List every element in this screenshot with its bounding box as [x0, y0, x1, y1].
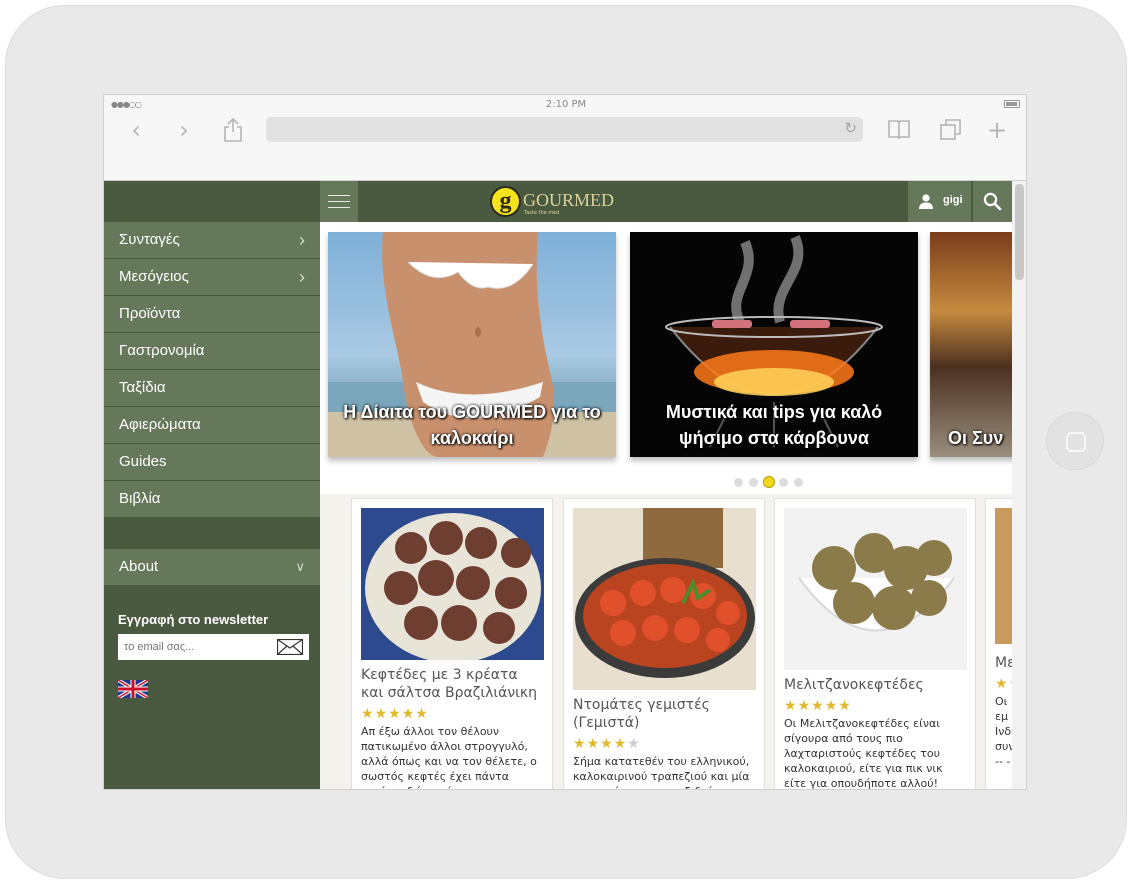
logo-tagline: Taste the med [524, 210, 560, 216]
recipe-title[interactable]: Με [995, 654, 1012, 672]
scroll-thumb[interactable] [1015, 184, 1024, 280]
star-filled-icon: ★ [573, 736, 587, 752]
tablet-screen: ●●●○○ 2:10 PM ‹ › ↻ + Συνταγές › Μεσόγειο… [103, 94, 1027, 790]
reload-icon[interactable]: ↻ [844, 119, 857, 137]
sidebar-item-gastronomy[interactable]: Γαστρονομία [104, 333, 320, 369]
recipe-summary: Σήμα κατατεθέν του ελληνικού, καλοκαιριν… [573, 755, 750, 789]
status-clock: 2:10 PM [545, 99, 587, 110]
star-filled-icon: ★ [374, 706, 389, 722]
sidebar-item-recipes[interactable]: Συνταγές › [104, 222, 320, 258]
recipe-card[interactable]: Κεφτέδες με 3 κρέατα και σάλτσα Βραζιλιά… [351, 498, 553, 789]
search-button[interactable] [973, 181, 1012, 222]
star-filled-icon: ★ [401, 706, 416, 722]
slide-title: Η Δίαιτα του GOURMED για το καλοκαίρι [343, 402, 601, 448]
star-rating: ★★★★★ [573, 736, 755, 752]
browser-toolbar: ‹ › ↻ + [104, 113, 1026, 181]
slide-title: Οι Συν [948, 428, 1004, 448]
sidebar-item-mediterranean[interactable]: Μεσόγειος › [104, 259, 320, 295]
mail-icon[interactable] [277, 639, 303, 655]
star-empty-icon: ★ [627, 736, 641, 752]
user-name: gigi [943, 194, 963, 206]
recipe-image [784, 508, 967, 670]
star-filled-icon: ★ [388, 706, 402, 722]
sidebar-item-features[interactable]: Αφιερώματα [104, 407, 320, 443]
recipe-image [361, 508, 544, 660]
sidebar-item-travel[interactable]: Ταξίδια [104, 370, 320, 406]
sidebar-item-books[interactable]: Βιβλία [104, 481, 320, 517]
star-filled-icon: ★ [415, 706, 429, 722]
star-filled-icon: ★ [600, 736, 614, 752]
recipe-grid: Κεφτέδες με 3 κρέατα και σάλτσα Βραζιλιά… [320, 494, 1012, 790]
forward-icon[interactable]: › [167, 113, 201, 147]
recipe-card[interactable]: Με ★★★★★ Οι εμ Ινδ συν -- - [985, 498, 1012, 789]
scrollbar[interactable] [1012, 181, 1026, 789]
slider-dot[interactable] [779, 478, 788, 487]
recipe-image [995, 508, 1012, 644]
star-filled-icon: ★ [811, 698, 825, 714]
slide-grilling-tips[interactable]: Μυστικά και tips για καλό ψήσιμο στα κάρ… [630, 232, 918, 457]
recipe-summary: Οι Μελιτζανοκεφτέδες είναι σίγουρα από τ… [784, 717, 943, 790]
slide-summer-diet[interactable]: Η Δίαιτα του GOURMED για το καλοκαίρι [328, 232, 616, 457]
search-icon [983, 192, 1002, 211]
star-filled-icon: ★ [995, 676, 1009, 692]
recipe-title[interactable]: Μελιτζανοκεφτέδες [784, 676, 966, 694]
recipe-card[interactable]: Ντομάτες γεμιστές (Γεμιστά) ★★★★★ Σήμα κ… [563, 498, 765, 789]
star-filled-icon: ★ [797, 698, 812, 714]
site-header: g GOURMED Taste the med gigi [320, 181, 1026, 222]
chevron-right-icon: › [299, 267, 305, 287]
uk-flag-icon[interactable] [117, 678, 149, 700]
star-filled-icon: ★ [784, 698, 798, 714]
logo-wordmark: GOURMED [523, 190, 615, 210]
bookmarks-icon[interactable] [882, 113, 916, 147]
star-filled-icon: ★ [361, 706, 375, 722]
star-rating: ★★★★★ [784, 698, 966, 714]
recipe-card[interactable]: Μελιτζανοκεφτέδες ★★★★★ Οι Μελιτζανοκεφτ… [774, 498, 976, 790]
star-filled-icon: ★ [824, 698, 839, 714]
sidebar-item-about[interactable]: About ∨ [104, 549, 320, 585]
star-rating: ★★★★★ [995, 676, 1012, 692]
star-rating: ★★★★★ [361, 706, 543, 722]
recipe-image [573, 508, 756, 690]
url-bar[interactable]: ↻ [266, 117, 863, 142]
slider-dot[interactable] [734, 478, 743, 487]
newsletter-title: Εγγραφή στο newsletter [118, 612, 269, 627]
star-filled-icon: ★ [613, 736, 628, 752]
logo-mark: g [490, 186, 521, 217]
recipe-summary: Οι εμ Ινδ συν -- - [995, 695, 1012, 768]
recipe-title[interactable]: Ντομάτες γεμιστές (Γεμιστά) [573, 696, 755, 732]
slider-dot[interactable] [763, 476, 775, 488]
slide-title: Μυστικά και tips για καλό ψήσιμο στα κάρ… [665, 402, 883, 448]
status-bar: ●●●○○ 2:10 PM [104, 95, 1026, 113]
new-tab-icon[interactable]: + [980, 113, 1014, 147]
hamburger-menu-button[interactable] [320, 181, 358, 222]
home-button[interactable] [1046, 412, 1104, 470]
website: Συνταγές › Μεσόγειος › Προϊόντα Γαστρονομί… [104, 181, 1026, 790]
slider-dot[interactable] [749, 478, 758, 487]
chevron-right-icon: › [299, 230, 305, 250]
user-account-button[interactable]: gigi [908, 181, 972, 222]
tabs-icon[interactable] [934, 113, 968, 147]
slider-dots [320, 476, 1012, 488]
sidebar-item-guides[interactable]: Guides [104, 444, 320, 480]
recipe-title[interactable]: Κεφτέδες με 3 κρέατα και σάλτσα Βραζιλιά… [361, 666, 543, 702]
star-filled-icon: ★ [838, 698, 852, 714]
star-filled-icon: ★ [586, 736, 601, 752]
slide-burgers[interactable]: Οι Συν [930, 232, 1012, 457]
chevron-down-icon: ∨ [295, 559, 305, 574]
share-icon[interactable] [216, 113, 250, 147]
main-content: Η Δίαιτα του GOURMED για το καλοκαίρι Μυ… [320, 222, 1012, 790]
sidebar-item-products[interactable]: Προϊόντα [104, 296, 320, 332]
slider-dot[interactable] [794, 478, 803, 487]
newsletter-form [118, 634, 309, 660]
newsletter-email-input[interactable] [118, 634, 273, 660]
recipe-summary: Απ έξω άλλοι τον θέλουν πατικωμένο άλλοι… [361, 725, 537, 789]
user-icon [919, 194, 933, 209]
battery-icon [1004, 100, 1020, 108]
back-icon[interactable]: ‹ [119, 113, 153, 147]
site-logo[interactable]: g GOURMED Taste the med [490, 186, 620, 218]
sidebar: Συνταγές › Μεσόγειος › Προϊόντα Γαστρονομί… [104, 181, 320, 789]
